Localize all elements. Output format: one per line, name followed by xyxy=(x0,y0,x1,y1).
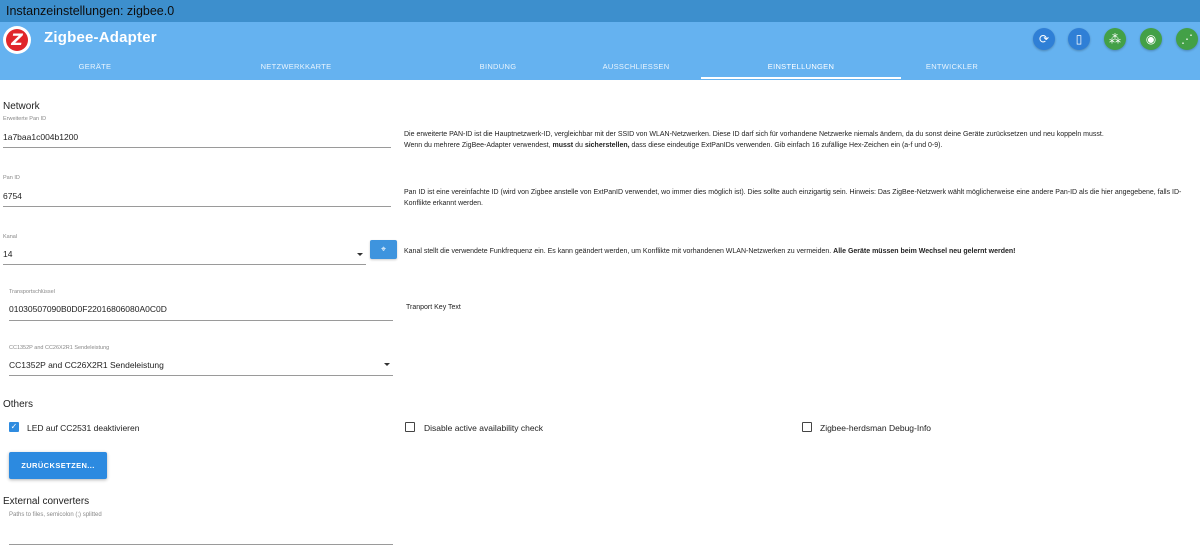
channel-scan-button[interactable]: ⌖ xyxy=(370,240,397,259)
transport-key-underline xyxy=(9,320,393,321)
section-others-title: Others xyxy=(3,399,34,410)
tab-geraete[interactable]: GERÄTE xyxy=(0,60,190,80)
channel-label: Kanal xyxy=(3,234,18,240)
channel-select[interactable]: 14 xyxy=(3,249,12,259)
pan-id-underline xyxy=(3,206,391,207)
checkmark-icon: ✓ xyxy=(10,422,18,431)
pan-id-help: Pan ID ist eine vereinfachte ID (wird vo… xyxy=(404,189,1182,207)
tx-power-label: CC1352P and CC26X2R1 Sendeleistung xyxy=(9,345,110,351)
device-icon[interactable]: ▯ xyxy=(1068,28,1090,50)
debug-label: Zigbee-herdsman Debug-Info xyxy=(820,423,932,433)
signal-icon[interactable]: ◉ xyxy=(1140,28,1162,50)
group-icon[interactable]: ⁂ xyxy=(1104,28,1126,50)
channel-underline xyxy=(3,264,366,265)
section-network-title: Network xyxy=(3,101,40,112)
tab-netzwerkkarte[interactable]: NETZWERKKARTE xyxy=(196,60,396,80)
pan-id-input[interactable]: 6754 xyxy=(3,191,22,201)
led-disable-label: LED auf CC2531 deaktivieren xyxy=(27,423,140,433)
zigbee-logo-mark: Z xyxy=(6,29,28,51)
active-tab-indicator xyxy=(701,77,901,79)
converters-label: Paths to files, semicolon (;) splitted xyxy=(9,512,102,518)
window-title: Instanzeinstellungen: zigbee.0 xyxy=(0,0,1200,22)
ext-pan-id-help-line1: Die erweiterte PAN-ID ist die Hauptnetzw… xyxy=(404,131,1104,138)
refresh-icon[interactable]: ⟳ xyxy=(1033,28,1055,50)
transport-key-input[interactable]: 01030507090B0D0F22016806080A0C0D xyxy=(9,304,167,314)
tx-power-select[interactable]: CC1352P and CC26X2R1 Sendeleistung xyxy=(9,360,164,370)
section-converters-title: External converters xyxy=(3,496,90,507)
tx-power-underline xyxy=(9,375,393,376)
ext-pan-id-label: Erweiterte Pan ID xyxy=(3,116,47,122)
tab-bar: GERÄTE NETZWERKKARTE BINDUNG AUSSCHLIESS… xyxy=(0,60,1200,80)
ext-pan-id-underline xyxy=(3,147,391,148)
ext-pan-id-help-line2: Wenn du mehrere ZigBee-Adapter verwendes… xyxy=(404,141,943,149)
transport-key-label: Transportschlüssel xyxy=(9,289,55,295)
availability-checkbox[interactable] xyxy=(405,422,415,432)
debug-checkbox[interactable] xyxy=(802,422,812,432)
channel-help: Kanal stellt die verwendete Funkfrequenz… xyxy=(404,248,1016,255)
availability-label: Disable active availability check xyxy=(424,423,544,433)
led-disable-checkbox[interactable]: ✓ xyxy=(9,422,19,432)
converters-underline xyxy=(9,544,393,545)
app-title: Zigbee-Adapter xyxy=(44,29,157,46)
ext-pan-id-input[interactable]: 1a7baa1c004b1200 xyxy=(3,132,78,142)
zigbee-logo: Z xyxy=(3,26,31,54)
app-header: Z Zigbee-Adapter ⟳ ▯ ⁂ ◉ ⋰ GERÄTE NETZWE… xyxy=(0,22,1200,80)
ext-pan-id-help: Die erweiterte PAN-ID ist die Hauptnetzw… xyxy=(404,130,1199,151)
network-icon[interactable]: ⋰ xyxy=(1176,28,1198,50)
transport-key-help: Tranport Key Text xyxy=(406,304,461,311)
channel-dropdown-icon[interactable] xyxy=(357,253,363,256)
reset-button[interactable]: ZURÜCKSETZEN... xyxy=(9,452,107,479)
pan-id-label: Pan ID xyxy=(3,175,20,181)
scan-icon: ⌖ xyxy=(380,244,387,254)
tx-power-dropdown-icon[interactable] xyxy=(384,363,390,366)
